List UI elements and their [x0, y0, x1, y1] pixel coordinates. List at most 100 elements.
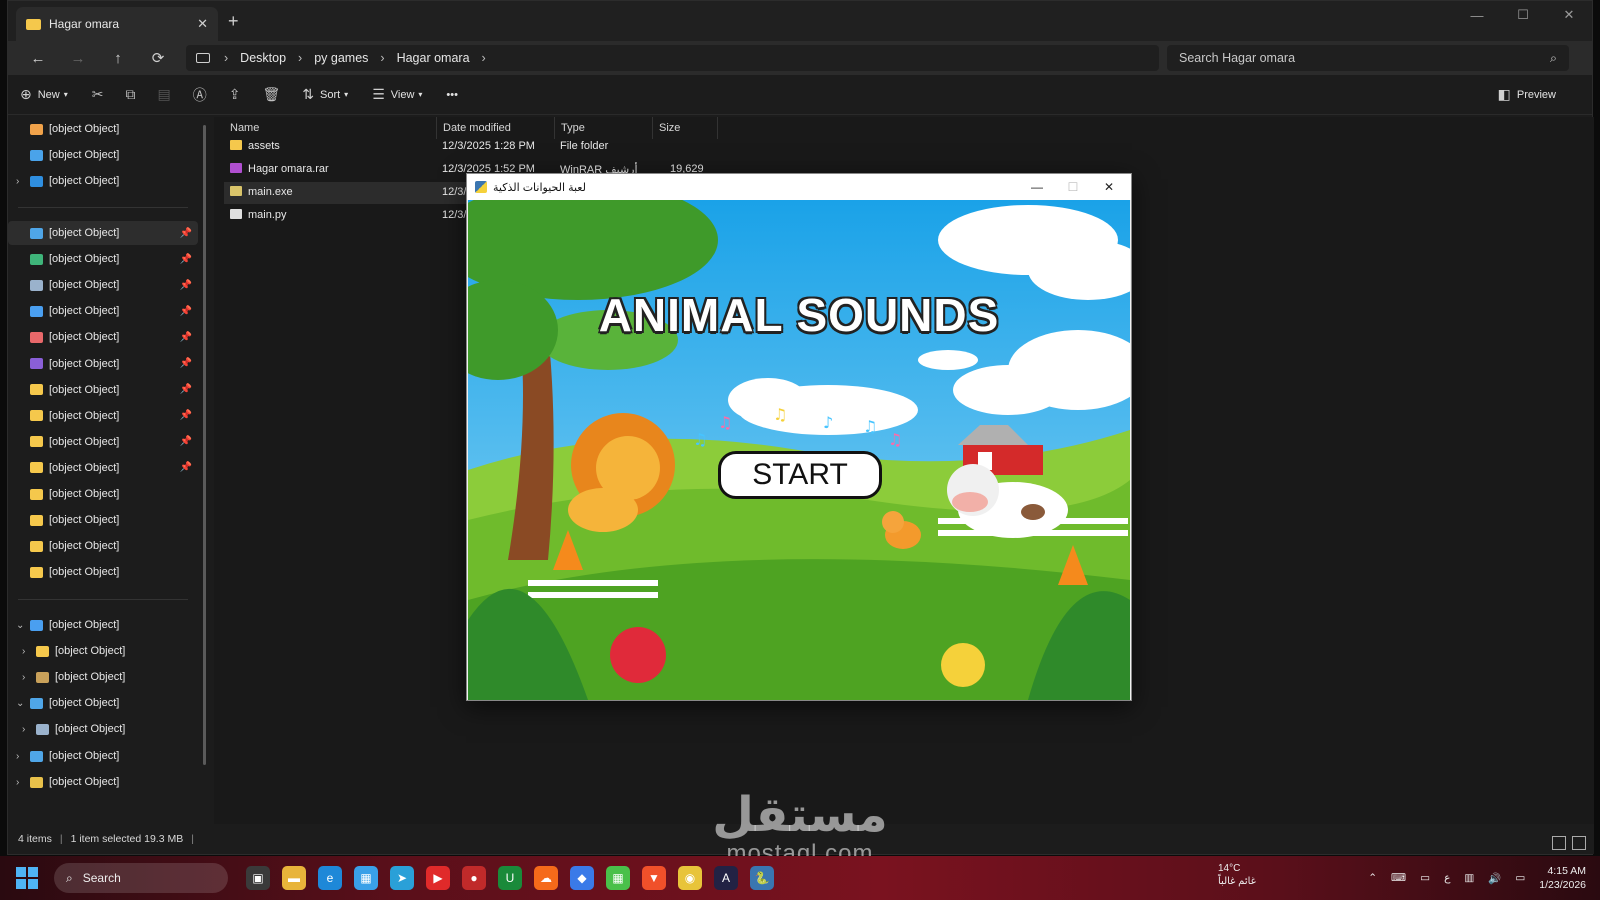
youtube-icon[interactable]: ▶: [426, 866, 450, 890]
game-minimize-button[interactable]: —: [1019, 174, 1055, 200]
pin-icon[interactable]: 📌: [180, 254, 192, 265]
telegram-icon[interactable]: ➤: [390, 866, 414, 890]
sidebar-item-human-fall-flat-online-fix-re[interactable]: [object Object] 📌: [8, 404, 198, 428]
breadcrumb-py-games[interactable]: py games: [314, 51, 368, 65]
antigravity-icon[interactable]: A: [714, 866, 738, 890]
pin-icon[interactable]: 📌: [180, 280, 192, 291]
game-close-button[interactable]: ✕: [1091, 174, 1127, 200]
file-row[interactable]: assets 12/3/2025 1:28 PM File folder: [224, 136, 704, 158]
forward-button[interactable]: →: [58, 50, 98, 67]
clock[interactable]: 4:15 AM 1/23/2026: [1539, 864, 1586, 892]
sidebar-item-network[interactable]: › [object Object]: [8, 744, 198, 768]
taskbar-search[interactable]: ⌕ Search: [54, 863, 228, 893]
chevron-down-icon[interactable]: ⌄: [16, 698, 30, 709]
delete-icon[interactable]: 🗑: [262, 86, 280, 103]
start-button[interactable]: START: [718, 451, 882, 499]
copy-icon[interactable]: ⧉: [126, 86, 136, 103]
sidebar-item-platform-tools-latest-window[interactable]: [object Object] 📌: [8, 378, 198, 402]
sidebar-item-videos[interactable]: [object Object] 📌: [8, 352, 198, 376]
chevron-right-icon[interactable]: ›: [16, 751, 30, 762]
sidebar-item-the-last-of-us-part-i-fitgirl[interactable]: [object Object] 📌: [8, 430, 198, 454]
sidebar-item-internal-storage[interactable]: › [object Object]: [14, 639, 198, 663]
sidebar-scrollbar[interactable]: [203, 125, 206, 765]
maximize-button[interactable]: ☐: [1500, 1, 1546, 29]
sidebar-item-documents[interactable]: [object Object] 📌: [8, 273, 198, 297]
brave-icon[interactable]: ▼: [642, 866, 666, 890]
edge-icon[interactable]: e: [318, 866, 342, 890]
sidebar-item-pictures[interactable]: [object Object] 📌: [8, 299, 198, 323]
sidebar-item-music[interactable]: [object Object] 📌: [8, 325, 198, 349]
sidebar-item-saved-searches[interactable]: › [object Object]: [14, 665, 198, 689]
sidebar-item-this-pc[interactable]: ⌄ [object Object]: [8, 691, 198, 715]
new-tab-button[interactable]: +: [228, 11, 239, 32]
sidebar-item-maxxaudiopro[interactable]: [object Object] 📌: [8, 456, 198, 480]
chrome-icon[interactable]: ◉: [678, 866, 702, 890]
close-tab-icon[interactable]: ✕: [197, 16, 208, 32]
sidebar-item-gallery[interactable]: [object Object]: [8, 143, 198, 167]
sidebar-item-local-disk-c[interactable]: › [object Object]: [14, 717, 198, 741]
cloud-icon[interactable]: ☁: [534, 866, 558, 890]
chevron-right-icon[interactable]: ›: [22, 672, 36, 683]
network-icon[interactable]: ▥: [1464, 872, 1474, 884]
keyboard-icon[interactable]: ⌨: [1391, 872, 1406, 884]
pin-icon[interactable]: 📌: [180, 332, 192, 343]
sidebar-item-web1[interactable]: [object Object]: [8, 482, 198, 506]
up-button[interactable]: ↑: [98, 50, 138, 67]
breadcrumb-hagar-omara[interactable]: Hagar omara: [397, 51, 470, 65]
chevron-right-icon[interactable]: ›: [22, 646, 36, 657]
paste-icon[interactable]: ▤: [158, 86, 171, 103]
store-icon[interactable]: ▦: [354, 866, 378, 890]
pin-icon[interactable]: 📌: [180, 228, 192, 239]
rename-icon[interactable]: Ⓐ: [193, 85, 207, 105]
refresh-button[interactable]: ⟳: [138, 49, 178, 67]
sidebar-item-captures[interactable]: [object Object]: [8, 534, 198, 558]
task-view-icon[interactable]: ▣: [246, 866, 270, 890]
cut-icon[interactable]: ✂: [92, 86, 104, 103]
file-explorer-icon[interactable]: ▬: [282, 866, 306, 890]
sidebar-item-downloads[interactable]: [object Object] 📌: [8, 247, 198, 271]
sidebar-item-r[interactable]: [object Object]: [8, 508, 198, 532]
pin-icon[interactable]: 📌: [180, 410, 192, 421]
sidebar-item-galaxy-tab-a7[interactable]: ⌄ [object Object]: [8, 613, 198, 637]
chevron-right-icon[interactable]: ›: [22, 724, 36, 735]
pin-icon[interactable]: 📌: [180, 306, 192, 317]
sidebar-item-onedrive-personal[interactable]: › [object Object]: [8, 169, 198, 193]
pin-icon[interactable]: 📌: [180, 358, 192, 369]
windows-start-icon[interactable]: [16, 867, 38, 889]
volume-icon[interactable]: 🔊: [1488, 872, 1501, 885]
python-app-icon[interactable]: 🐍: [750, 866, 774, 890]
game-titlebar[interactable]: لعبة الحيوانات الذكية — ☐ ✕: [467, 174, 1131, 200]
upwork-icon[interactable]: U: [498, 866, 522, 890]
sidebar-item-apps[interactable]: [object Object]: [8, 560, 198, 584]
explorer-tab[interactable]: Hagar omara ✕: [16, 7, 218, 41]
windows-app-icon[interactable]: ▦: [606, 866, 630, 890]
pin-icon[interactable]: 📌: [180, 384, 192, 395]
share-icon[interactable]: ⇪: [229, 86, 241, 103]
chevron-right-icon[interactable]: ›: [16, 777, 30, 788]
pin-icon[interactable]: 📌: [180, 436, 192, 447]
vscode-icon[interactable]: ◆: [570, 866, 594, 890]
sidebar-item-desktop[interactable]: [object Object] 📌: [8, 221, 198, 245]
weather-widget[interactable]: 14°C غائم غالباً: [1218, 862, 1256, 888]
chevron-right-icon[interactable]: ›: [16, 176, 30, 187]
details-view-icon[interactable]: [1552, 836, 1566, 850]
breadcrumb[interactable]: › Desktop › py games › Hagar omara ›: [186, 45, 1159, 71]
game-maximize-button[interactable]: ☐: [1055, 174, 1091, 200]
search-input[interactable]: Search Hagar omara ⌕: [1167, 45, 1569, 71]
sort-button[interactable]: ⇅ Sort ▾: [302, 86, 348, 103]
battery-icon[interactable]: ▭: [1515, 872, 1525, 884]
recorder-icon[interactable]: ●: [462, 866, 486, 890]
chevron-up-icon[interactable]: ⌃: [1368, 872, 1377, 884]
pin-icon[interactable]: 📌: [180, 462, 192, 473]
new-button[interactable]: ⊕ New ▾: [20, 86, 68, 103]
display-icon[interactable]: ▭: [1420, 872, 1430, 884]
back-button[interactable]: ←: [18, 50, 58, 67]
chevron-down-icon[interactable]: ⌄: [16, 620, 30, 631]
minimize-button[interactable]: —: [1454, 1, 1500, 29]
breadcrumb-desktop[interactable]: Desktop: [240, 51, 286, 65]
preview-button[interactable]: ◧ Preview: [1498, 86, 1556, 103]
sidebar-item-linux[interactable]: › [object Object]: [8, 770, 198, 794]
language-indicator[interactable]: ع: [1444, 872, 1450, 884]
more-options-button[interactable]: •••: [446, 89, 458, 101]
sidebar-item-home[interactable]: [object Object]: [8, 117, 198, 141]
